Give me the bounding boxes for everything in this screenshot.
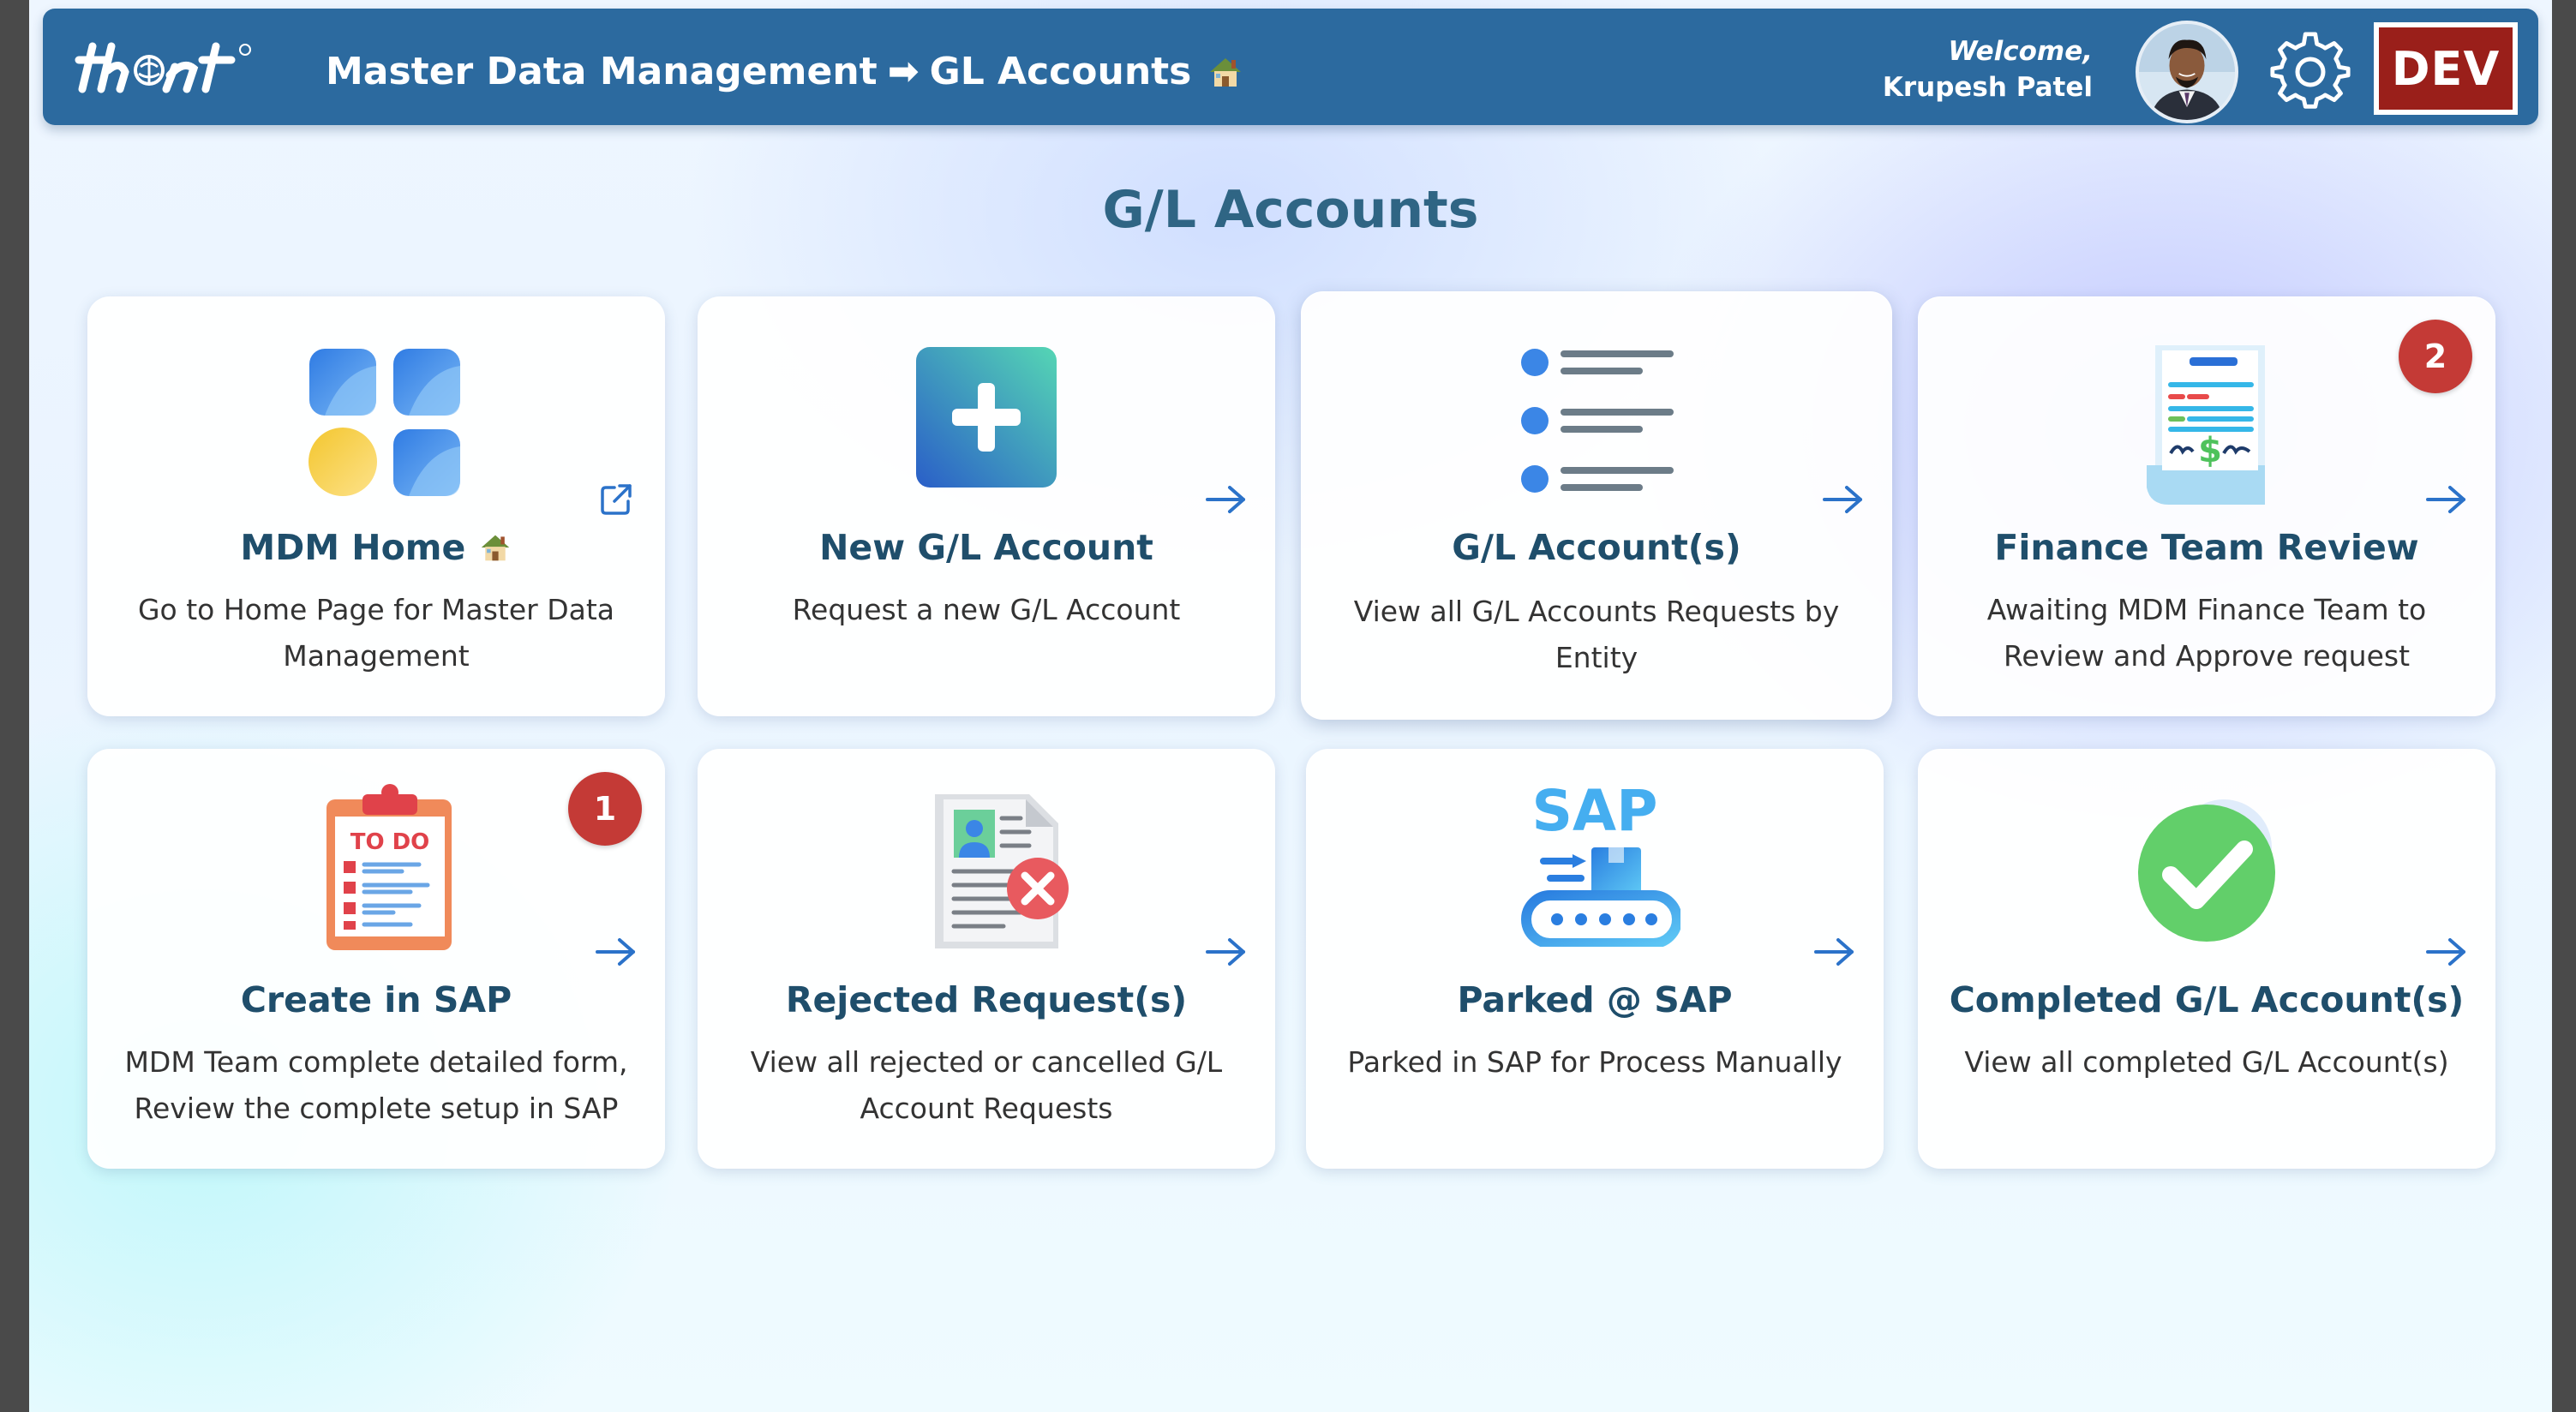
invoice-icon: $ bbox=[2147, 345, 2265, 505]
gear-icon[interactable] bbox=[2269, 31, 2351, 113]
welcome-label: Welcome, bbox=[1948, 36, 2093, 67]
list-icon bbox=[1521, 349, 1674, 493]
notification-count-badge: 1 bbox=[568, 772, 642, 846]
card-gl-accounts[interactable]: G/L Account(s) View all G/L Accounts Req… bbox=[1301, 291, 1892, 720]
card-finance-team-review[interactable]: $ 2 Finance Team Review Awaiting MDM Fin… bbox=[1918, 296, 2495, 716]
house-icon bbox=[1210, 57, 1242, 87]
card-create-in-sap[interactable]: TO DO 1 Create in SAP MDM Team complete … bbox=[87, 749, 665, 1169]
breadcrumb-separator-icon: ➡ bbox=[887, 50, 920, 93]
card-new-gl-account[interactable]: New G/L Account Request a new G/L Accoun… bbox=[698, 296, 1275, 716]
card-description: Request a new G/L Account bbox=[792, 593, 1181, 626]
user-name: Krupesh Patel bbox=[1882, 72, 2093, 103]
arrow-right-icon[interactable] bbox=[1202, 481, 1250, 518]
arrow-right-icon[interactable] bbox=[592, 933, 640, 971]
environment-badge: DEV bbox=[2374, 22, 2518, 115]
welcome-message: Welcome, Krupesh Patel bbox=[1883, 36, 2093, 103]
house-icon bbox=[481, 535, 509, 561]
card-title: Rejected Request(s) bbox=[785, 979, 1188, 1020]
sap-conveyor-icon: SAP bbox=[1521, 778, 1680, 947]
apps-grid-icon bbox=[309, 349, 460, 496]
card-title: MDM Home bbox=[88, 527, 664, 568]
app-viewport: Master Data Management ➡ GL Accounts Wel… bbox=[29, 0, 2552, 1412]
card-description: View all rejected or cancelled G/L Accou… bbox=[750, 1045, 1223, 1125]
svg-text:SAP: SAP bbox=[1532, 778, 1658, 844]
card-title: Finance Team Review bbox=[1994, 527, 2419, 568]
rejected-document-icon bbox=[935, 794, 1069, 948]
card-title: Parked @ SAP bbox=[1457, 979, 1733, 1020]
breadcrumb-section[interactable]: Master Data Management bbox=[326, 50, 878, 93]
card-rejected-requests[interactable]: Rejected Request(s) View all rejected or… bbox=[698, 749, 1275, 1169]
top-header-bar: Master Data Management ➡ GL Accounts Wel… bbox=[43, 9, 2538, 125]
check-circle-icon bbox=[2138, 799, 2275, 942]
card-description: View all G/L Accounts Requests by Entity bbox=[1353, 595, 1840, 674]
arrow-right-icon[interactable] bbox=[2423, 481, 2471, 518]
card-mdm-home[interactable]: MDM Home Go to Home Page for Master Data… bbox=[87, 296, 665, 716]
svg-text:$: $ bbox=[2198, 431, 2222, 470]
page-title: G/L Accounts bbox=[1102, 180, 1479, 240]
card-title: New G/L Account bbox=[819, 527, 1153, 568]
arrow-right-icon[interactable] bbox=[1819, 481, 1867, 518]
card-description: Parked in SAP for Process Manually bbox=[1347, 1045, 1842, 1079]
card-description: Awaiting MDM Finance Team to Review and … bbox=[1986, 593, 2427, 673]
external-link-icon[interactable] bbox=[597, 481, 635, 518]
breadcrumb-current: GL Accounts bbox=[929, 50, 1192, 93]
card-description: View all completed G/L Account(s) bbox=[1964, 1045, 2449, 1079]
svg-text:TO DO: TO DO bbox=[350, 829, 430, 855]
card-description: MDM Team complete detailed form, Review … bbox=[124, 1045, 628, 1125]
arrow-right-icon[interactable] bbox=[2423, 933, 2471, 971]
card-completed-gl-accounts[interactable]: Completed G/L Account(s) View all comple… bbox=[1918, 749, 2495, 1169]
card-title: Create in SAP bbox=[240, 979, 512, 1020]
card-parked-at-sap[interactable]: SAP Parked @ SAP Parked in SAP for Proce… bbox=[1306, 749, 1884, 1169]
card-description: Go to Home Page for Master Data Manageme… bbox=[137, 593, 615, 673]
breadcrumb: Master Data Management ➡ GL Accounts bbox=[326, 50, 1244, 93]
arrow-right-icon[interactable] bbox=[1202, 933, 1250, 971]
avatar[interactable] bbox=[2136, 21, 2238, 123]
user-photo bbox=[2139, 24, 2235, 120]
card-title: Completed G/L Account(s) bbox=[1949, 979, 2465, 1020]
arrow-right-icon[interactable] bbox=[1811, 933, 1859, 971]
company-logo[interactable] bbox=[74, 34, 262, 99]
card-title: G/L Account(s) bbox=[1452, 527, 1741, 568]
todo-clipboard-icon: TO DO bbox=[326, 784, 452, 950]
add-icon bbox=[916, 347, 1057, 488]
notification-count-badge: 2 bbox=[2399, 320, 2472, 393]
